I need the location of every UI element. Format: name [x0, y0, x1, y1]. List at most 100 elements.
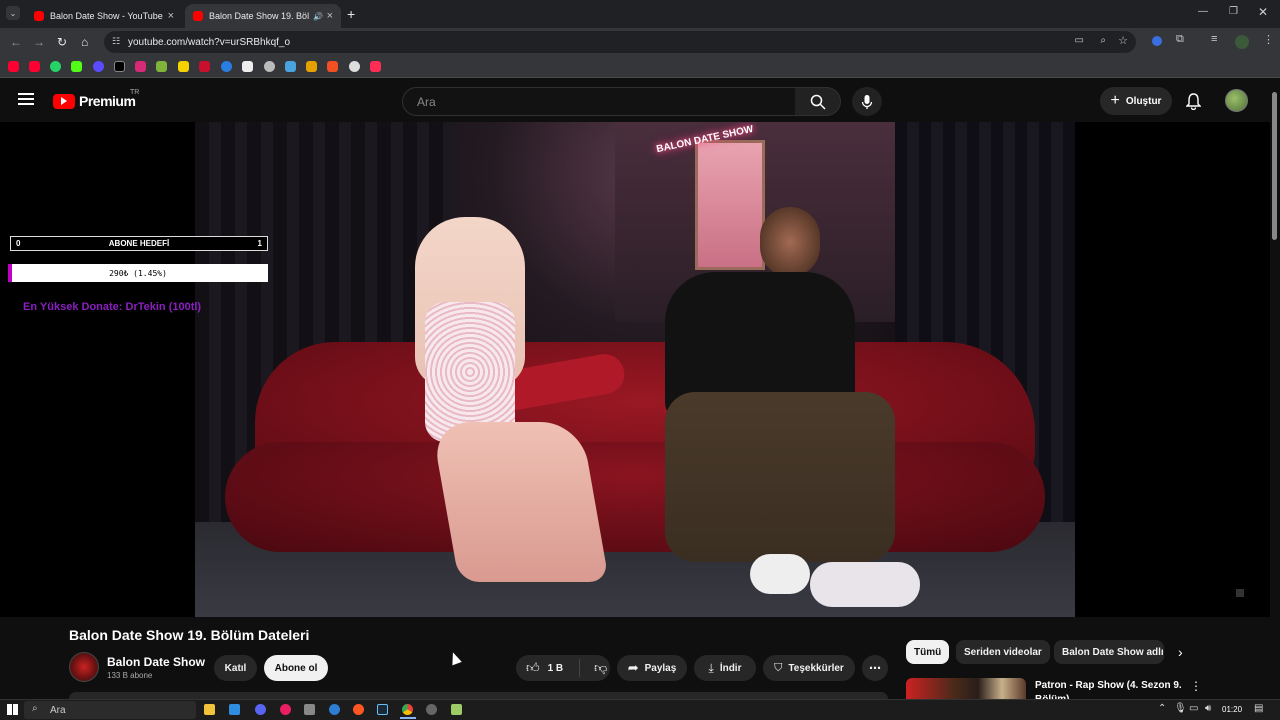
bookmark-site-icon[interactable] — [93, 61, 104, 72]
bookmark-site-icon[interactable] — [370, 61, 381, 72]
microphone-tray-icon[interactable]: 🎙︎ — [1174, 703, 1187, 714]
like-button[interactable]: 👍︎ 1 B — [526, 660, 563, 676]
discord-icon[interactable] — [255, 704, 266, 715]
channel-avatar[interactable] — [69, 652, 99, 682]
reload-icon[interactable]: ↻ — [57, 35, 67, 49]
bookmark-site-icon[interactable] — [285, 61, 296, 72]
download-button[interactable]: ⤓ İndir — [694, 655, 756, 681]
app-icon[interactable] — [329, 704, 340, 715]
subscribe-button[interactable]: Abone ol — [264, 655, 328, 681]
related-video-thumbnail[interactable] — [906, 678, 1026, 699]
close-tab-icon[interactable]: × — [168, 10, 174, 22]
browser-menu-icon[interactable]: ⋮ — [1263, 33, 1274, 46]
bookmark-site-icon[interactable] — [242, 61, 253, 72]
close-window-icon[interactable]: ✕ — [1258, 5, 1268, 19]
bookmark-site-icon[interactable] — [156, 61, 167, 72]
bookmark-site-icon[interactable] — [327, 61, 338, 72]
bookmark-site-icon[interactable] — [306, 61, 317, 72]
home-icon[interactable]: ⌂ — [81, 35, 88, 49]
zoom-icon[interactable]: ⌕ — [1100, 35, 1106, 46]
bookmark-youtube-icon[interactable] — [29, 61, 40, 72]
file-explorer-icon[interactable] — [204, 704, 215, 715]
browser-tab-active[interactable]: Balon Date Show 19. Bölüm 🔊 × — [185, 4, 341, 28]
forward-icon[interactable]: → — [33, 35, 45, 49]
more-actions-button[interactable]: ⋯ — [862, 655, 888, 681]
bookmark-whatsapp-icon[interactable] — [50, 61, 61, 72]
play-triangle — [61, 97, 67, 105]
voice-search-button[interactable] — [852, 87, 882, 116]
notifications-bell-icon[interactable] — [1186, 93, 1201, 110]
address-bar[interactable]: ☷ youtube.com/watch?v=urSRBhkqf_o ▭ ⌕ ☆ — [104, 31, 1136, 53]
minimize-window-icon[interactable]: — — [1198, 6, 1208, 17]
bookmark-site-icon[interactable] — [264, 61, 275, 72]
steam-icon[interactable] — [377, 704, 388, 715]
app-icon[interactable] — [280, 704, 291, 715]
profile-avatar[interactable] — [1235, 35, 1249, 49]
bookmark-x-icon[interactable] — [114, 61, 125, 72]
close-tab-icon[interactable]: × — [327, 10, 333, 22]
network-icon[interactable]: ▭ — [1189, 703, 1198, 714]
page-scrollbar-thumb[interactable] — [1272, 92, 1277, 240]
app-icon[interactable] — [304, 704, 315, 715]
channel-name[interactable]: Balon Date Show — [107, 655, 205, 669]
reading-list-icon[interactable]: ≡ — [1211, 33, 1217, 45]
cast-icon[interactable]: ▭ — [1075, 35, 1084, 46]
back-icon[interactable]: ← — [10, 35, 22, 49]
audio-playing-icon[interactable]: 🔊 — [313, 12, 323, 21]
like-divider — [579, 659, 581, 677]
tab-title: Balon Date Show - YouTube — [50, 11, 163, 21]
youtube-logo[interactable]: Premium — [53, 93, 136, 109]
bookmark-instagram-icon[interactable] — [135, 61, 146, 72]
extension-icon[interactable] — [1152, 36, 1162, 46]
app-icon[interactable] — [353, 704, 364, 715]
hamburger-menu-icon[interactable] — [18, 93, 34, 105]
bookmark-star-icon[interactable]: ☆ — [1118, 34, 1128, 47]
chip-channel[interactable]: Balon Date Show adlı — [1054, 640, 1164, 664]
microphone-icon — [861, 94, 873, 109]
bookmark-youtube-icon[interactable] — [8, 61, 19, 72]
create-button[interactable]: + Oluştur — [1100, 87, 1172, 115]
chips-next-icon[interactable]: › — [1178, 644, 1183, 660]
clock-time[interactable]: 01:20 — [1222, 705, 1242, 714]
search-icon — [810, 94, 826, 110]
app-icon[interactable] — [426, 704, 437, 715]
new-tab-button[interactable]: + — [347, 6, 355, 22]
hamburger-middle-line — [18, 98, 34, 100]
store-icon[interactable] — [229, 704, 240, 715]
url-text: youtube.com/watch?v=urSRBhkqf_o — [128, 36, 291, 48]
related-video-title[interactable]: Patron - Rap Show (4. Sezon 9. Bölüm) — [1035, 679, 1185, 699]
extensions-puzzle-icon[interactable]: ⧉ — [1176, 33, 1184, 46]
app-icon[interactable] — [451, 704, 462, 715]
bookmark-site-icon[interactable] — [221, 61, 232, 72]
volume-icon[interactable]: 🔊︎ — [1205, 703, 1211, 714]
download-icon: ⤓ — [708, 660, 714, 675]
chip-series-videos[interactable]: Seriden videolar — [956, 640, 1050, 664]
search-button[interactable] — [795, 87, 841, 116]
related-video-menu-icon[interactable]: ⋮ — [1190, 679, 1202, 693]
search-input[interactable]: Ara — [402, 87, 796, 116]
chip-all[interactable]: Tümü — [906, 640, 950, 664]
bookmark-site-icon[interactable] — [199, 61, 210, 72]
join-button[interactable]: Katıl — [214, 655, 257, 681]
bookmark-kick-icon[interactable] — [71, 61, 82, 72]
video-player[interactable]: BALON DATE SHOW 0 ABONE HEDEFİ 1 290₺ (1… — [0, 122, 1270, 617]
bookmark-site-icon[interactable] — [178, 61, 189, 72]
tab-search-button[interactable]: ⌄ — [6, 6, 20, 20]
share-button[interactable]: ➦ Paylaş — [617, 655, 687, 681]
taskbar-search[interactable]: ⌕ Ara — [24, 701, 196, 719]
windows-start-icon[interactable] — [7, 704, 18, 715]
channel-watermark[interactable] — [1236, 589, 1244, 597]
restore-window-icon[interactable]: ❐ — [1229, 6, 1238, 17]
system-tray-chevron-icon[interactable]: ⌃ — [1158, 703, 1166, 714]
site-info-icon[interactable]: ☷ — [112, 36, 120, 47]
dislike-button[interactable]: 👎︎ — [594, 660, 607, 676]
thanks-button[interactable]: ⛉ Teşekkürler — [763, 655, 855, 681]
chip-all-label: Tümü — [914, 646, 942, 658]
chrome-icon[interactable] — [402, 704, 413, 715]
bookmark-site-icon[interactable] — [349, 61, 360, 72]
description-box-top[interactable] — [69, 692, 888, 699]
account-avatar[interactable] — [1225, 89, 1248, 112]
browser-tab-inactive[interactable]: Balon Date Show - YouTube × — [26, 4, 182, 28]
youtube-favicon-icon — [193, 11, 203, 21]
notification-center-icon[interactable]: ▤ — [1254, 703, 1263, 714]
